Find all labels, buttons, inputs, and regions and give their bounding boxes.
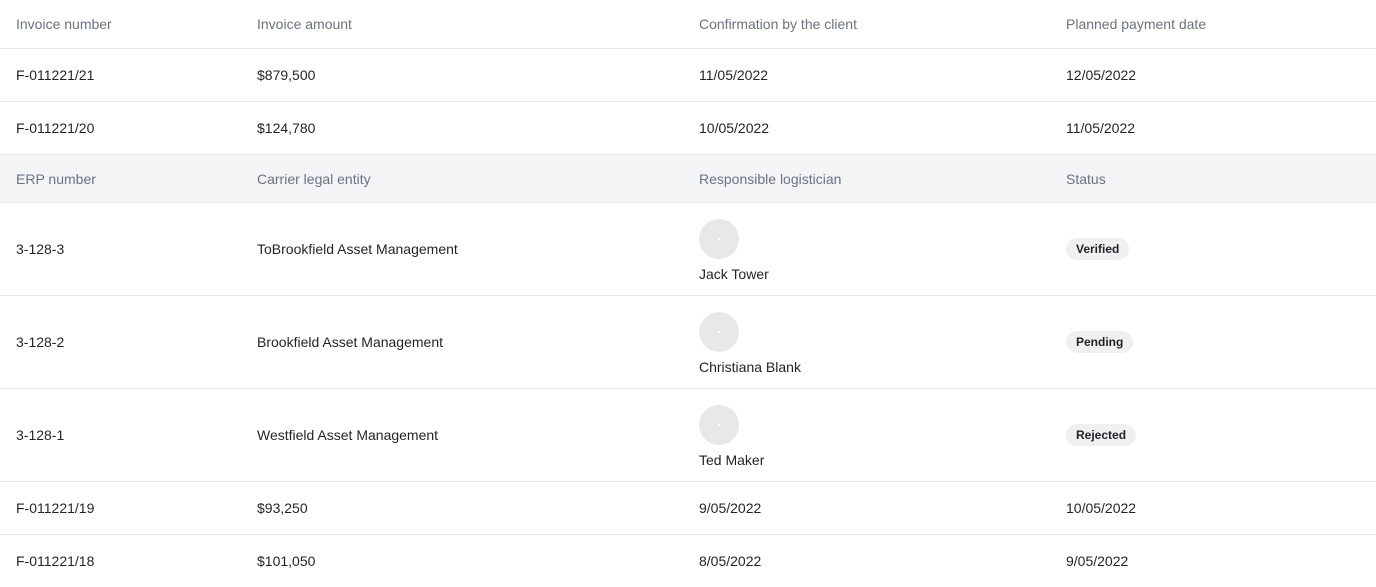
status-badge: Pending — [1066, 331, 1134, 353]
table-row[interactable]: F-011221/20 $124,780 10/05/2022 11/05/20… — [0, 102, 1376, 155]
table-row[interactable]: F-011221/18 $101,050 8/05/2022 9/05/2022 — [0, 535, 1376, 587]
confirmation-date: 11/05/2022 — [699, 67, 769, 83]
avatar — [699, 405, 739, 445]
confirmation-date: 9/05/2022 — [699, 500, 762, 516]
responsible-logistician: Christiana Blank — [683, 310, 1050, 374]
responsible-logistician: Jack Tower — [683, 217, 1050, 281]
subheader-carrier-legal-entity: Carrier legal entity — [257, 170, 371, 187]
invoice-amount: $93,250 — [257, 500, 308, 516]
planned-payment-date: 12/05/2022 — [1066, 67, 1137, 83]
subheader-status: Status — [1066, 170, 1106, 187]
responsible-logistician: Ted Maker — [683, 403, 1050, 467]
planned-payment-date: 10/05/2022 — [1066, 500, 1137, 516]
invoice-number: F-011221/19 — [16, 500, 95, 516]
invoice-amount: $124,780 — [257, 120, 316, 136]
logistician-name: Ted Maker — [699, 452, 765, 468]
subheader-responsible-logistician: Responsible logistician — [699, 170, 842, 187]
erp-number: 3-128-3 — [16, 241, 65, 257]
planned-payment-date: 11/05/2022 — [1066, 120, 1136, 136]
erp-number: 3-128-2 — [16, 334, 65, 350]
invoice-number: F-011221/18 — [16, 553, 95, 569]
header-invoice-amount[interactable]: Invoice amount — [241, 16, 683, 32]
table-header: Invoice number Invoice amount Confirmati… — [0, 0, 1376, 49]
header-planned-payment-date[interactable]: Planned payment date — [1050, 16, 1376, 32]
invoice-amount: $101,050 — [257, 553, 316, 569]
carrier-legal-entity: Brookfield Asset Management — [257, 334, 443, 350]
header-confirmation[interactable]: Confirmation by the client — [683, 16, 1050, 32]
logistician-name: Jack Tower — [699, 266, 769, 282]
status-cell: Pending — [1050, 331, 1376, 353]
status-cell: Verified — [1050, 238, 1376, 260]
avatar — [699, 219, 739, 259]
carrier-legal-entity: Westfield Asset Management — [257, 427, 439, 443]
invoice-number: F-011221/20 — [16, 120, 95, 136]
planned-payment-date: 9/05/2022 — [1066, 553, 1129, 569]
invoice-table: Invoice number Invoice amount Confirmati… — [0, 0, 1376, 587]
detail-row[interactable]: 3-128-3 ToBrookfield Asset Management Ja… — [0, 203, 1376, 296]
header-invoice-number[interactable]: Invoice number — [0, 16, 241, 32]
table-row[interactable]: F-011221/19 $93,250 9/05/2022 10/05/2022 — [0, 482, 1376, 535]
status-badge: Rejected — [1066, 424, 1137, 446]
table-row[interactable]: F-011221/21 $879,500 11/05/2022 12/05/20… — [0, 49, 1376, 102]
confirmation-date: 10/05/2022 — [699, 120, 770, 136]
erp-number: 3-128-1 — [16, 427, 65, 443]
detail-subheader: ERP number Carrier legal entity Responsi… — [0, 155, 1376, 203]
status-badge: Verified — [1066, 238, 1130, 260]
subheader-erp-number: ERP number — [16, 170, 96, 187]
detail-row[interactable]: 3-128-1 Westfield Asset Management Ted M… — [0, 389, 1376, 482]
confirmation-date: 8/05/2022 — [699, 553, 762, 569]
invoice-number: F-011221/21 — [16, 67, 95, 83]
invoice-amount: $879,500 — [257, 67, 316, 83]
logistician-name: Christiana Blank — [699, 359, 801, 375]
detail-row[interactable]: 3-128-2 Brookfield Asset Management Chri… — [0, 296, 1376, 389]
carrier-legal-entity: ToBrookfield Asset Management — [257, 241, 458, 257]
avatar — [699, 312, 739, 352]
status-cell: Rejected — [1050, 424, 1376, 446]
